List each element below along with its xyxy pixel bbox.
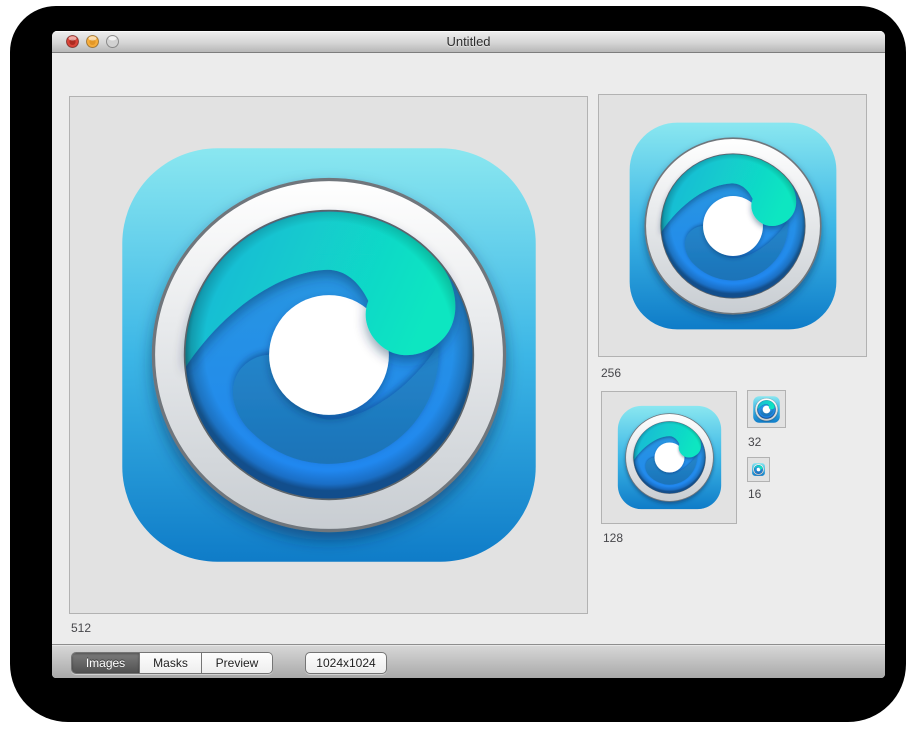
minimize-button[interactable]: [86, 35, 99, 48]
size-label-16: 16: [748, 487, 761, 501]
close-button-glare: [69, 36, 77, 40]
preview-well-512[interactable]: [69, 96, 588, 614]
window-titlebar[interactable]: Untitled: [52, 31, 885, 53]
content-area: 512 256 128 32 16: [52, 54, 885, 644]
zoom-button-glare: [109, 36, 117, 40]
app-icon-swirl-256: [628, 121, 838, 331]
desktop-background: Untitled: [0, 0, 915, 729]
window-controls: [66, 35, 119, 48]
size-label-256: 256: [601, 366, 621, 380]
preview-well-128[interactable]: [601, 391, 737, 524]
window-shadow: Untitled: [10, 6, 906, 722]
app-window: Untitled: [52, 31, 885, 678]
tab-images[interactable]: Images: [72, 653, 139, 673]
minimize-button-glare: [89, 36, 97, 40]
bottom-toolbar: Images Masks Preview 1024x1024: [52, 644, 885, 678]
preview-well-256[interactable]: [598, 94, 867, 357]
app-icon-swirl-16: [752, 463, 765, 476]
size-label-512: 512: [71, 621, 91, 635]
size-label-32: 32: [748, 435, 761, 449]
canvas-size-button[interactable]: 1024x1024: [305, 652, 387, 674]
app-icon-swirl-128: [617, 405, 722, 510]
preview-well-16[interactable]: [747, 457, 770, 482]
app-icon-swirl-32: [753, 396, 780, 423]
zoom-button-disabled: [106, 35, 119, 48]
preview-well-32[interactable]: [747, 390, 786, 428]
size-label-128: 128: [603, 531, 623, 545]
tab-masks[interactable]: Masks: [139, 653, 201, 673]
view-mode-segmented-control: Images Masks Preview: [71, 652, 273, 674]
tab-preview[interactable]: Preview: [201, 653, 272, 673]
app-icon-swirl-512: [119, 145, 539, 565]
window-title: Untitled: [52, 31, 885, 53]
close-button[interactable]: [66, 35, 79, 48]
